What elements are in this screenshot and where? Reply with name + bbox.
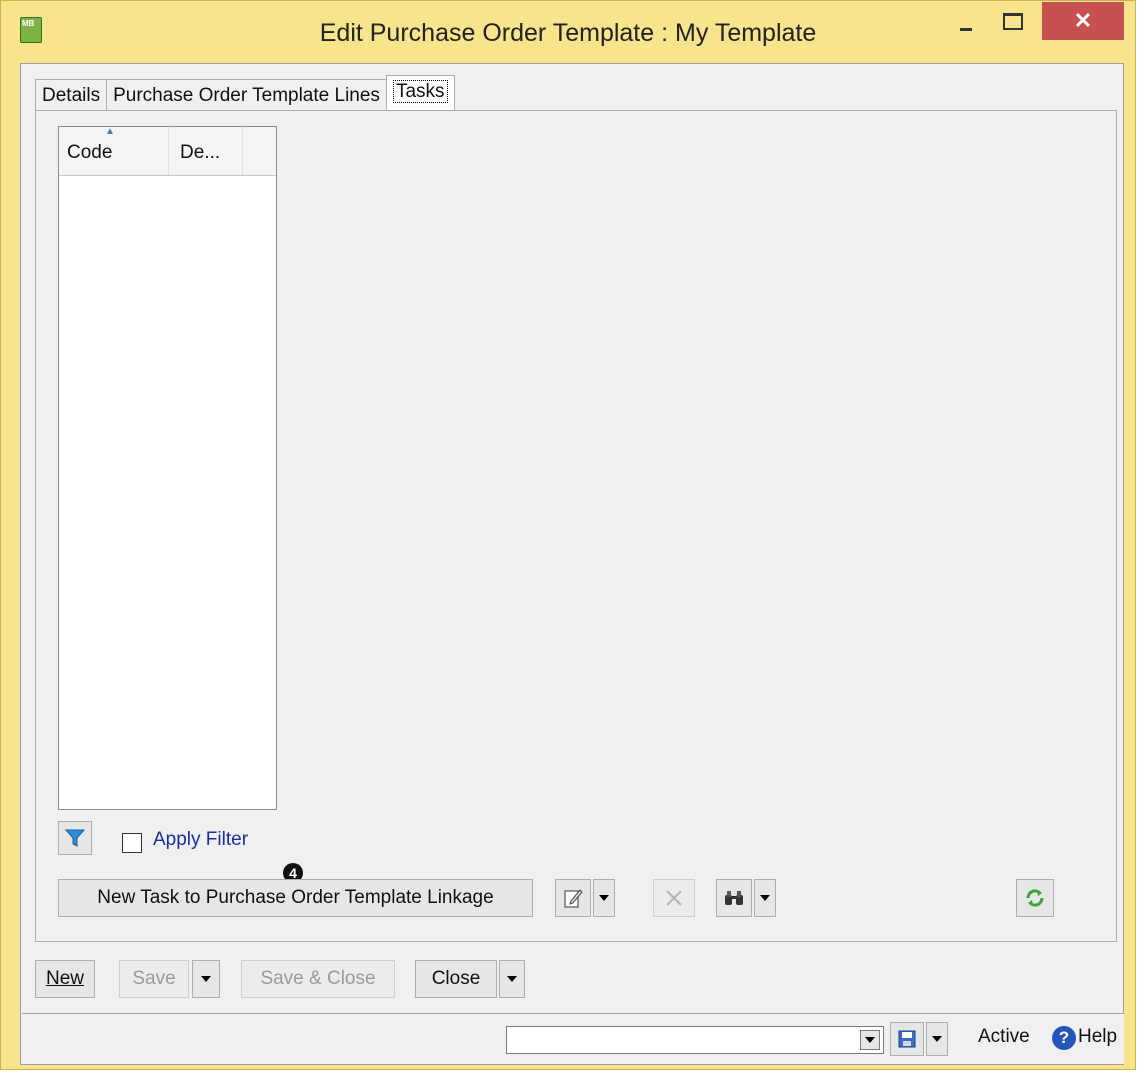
chevron-down-icon: [932, 1036, 942, 1042]
find-dropdown-button[interactable]: [754, 879, 776, 917]
tasks-grid[interactable]: ▲ Code De...: [58, 126, 277, 810]
save-layout-button[interactable]: [890, 1022, 924, 1056]
tab-strip: Details Purchase Order Template Lines Ta…: [35, 75, 455, 110]
combo-dropdown-button[interactable]: [860, 1030, 880, 1050]
tab-details[interactable]: Details: [35, 79, 108, 110]
sort-ascending-icon: ▲: [105, 126, 115, 137]
chevron-down-icon: [599, 895, 609, 901]
help-link[interactable]: Help: [1078, 1026, 1117, 1048]
help-icon[interactable]: ?: [1052, 1026, 1076, 1050]
window: MB Edit Purchase Order Template : My Tem…: [0, 0, 1136, 1070]
new-button[interactable]: New: [35, 960, 95, 998]
delete-button[interactable]: [653, 879, 695, 917]
edit-button[interactable]: [555, 879, 591, 917]
edit-dropdown-button[interactable]: [593, 879, 615, 917]
tasks-panel: ▲ Code De... Apply Filter 4 New Task to …: [35, 110, 1117, 942]
minimize-icon: [960, 27, 972, 31]
chevron-down-icon: [507, 976, 517, 982]
chevron-down-icon: [760, 895, 770, 901]
save-dropdown-button[interactable]: [192, 960, 220, 998]
status-text: Active: [978, 1026, 1030, 1047]
save-button[interactable]: Save: [119, 960, 189, 998]
tab-purchase-order-template-lines[interactable]: Purchase Order Template Lines: [106, 79, 387, 110]
save-and-close-button[interactable]: Save & Close: [241, 960, 395, 998]
close-dropdown-button[interactable]: [499, 960, 525, 998]
minimize-button[interactable]: [946, 5, 986, 37]
column-header-description[interactable]: De...: [169, 127, 243, 175]
new-task-linkage-button[interactable]: New Task to Purchase Order Template Link…: [58, 879, 533, 917]
apply-filter-label[interactable]: Apply Filter: [153, 829, 248, 851]
binoculars-icon: [725, 891, 743, 905]
find-button[interactable]: [716, 879, 752, 917]
maximize-button[interactable]: [993, 5, 1033, 37]
edit-icon: [564, 889, 583, 908]
floppy-disk-icon: [898, 1030, 916, 1048]
apply-filter-checkbox[interactable]: [122, 833, 142, 853]
client-area: Details Purchase Order Template Lines Ta…: [20, 63, 1124, 1065]
grid-header: ▲ Code De...: [59, 127, 276, 176]
close-icon: ✕: [1073, 8, 1093, 33]
refresh-icon: [1026, 889, 1044, 907]
status-combo[interactable]: [506, 1026, 884, 1054]
close-window-button[interactable]: ✕: [1042, 2, 1124, 40]
column-header-code[interactable]: ▲ Code: [59, 127, 169, 175]
filter-icon: [64, 829, 86, 847]
status-bar: Active ? Help: [22, 1013, 1124, 1064]
title-bar: MB Edit Purchase Order Template : My Tem…: [1, 1, 1135, 67]
maximize-icon: [1003, 12, 1023, 30]
tab-tasks[interactable]: Tasks: [385, 75, 455, 110]
chevron-down-icon: [865, 1037, 875, 1043]
chevron-down-icon: [201, 976, 211, 982]
filter-button[interactable]: [58, 821, 92, 855]
close-button[interactable]: Close: [415, 960, 497, 998]
save-layout-dropdown-button[interactable]: [926, 1022, 948, 1056]
delete-icon: [666, 890, 682, 906]
refresh-button[interactable]: [1016, 879, 1054, 917]
